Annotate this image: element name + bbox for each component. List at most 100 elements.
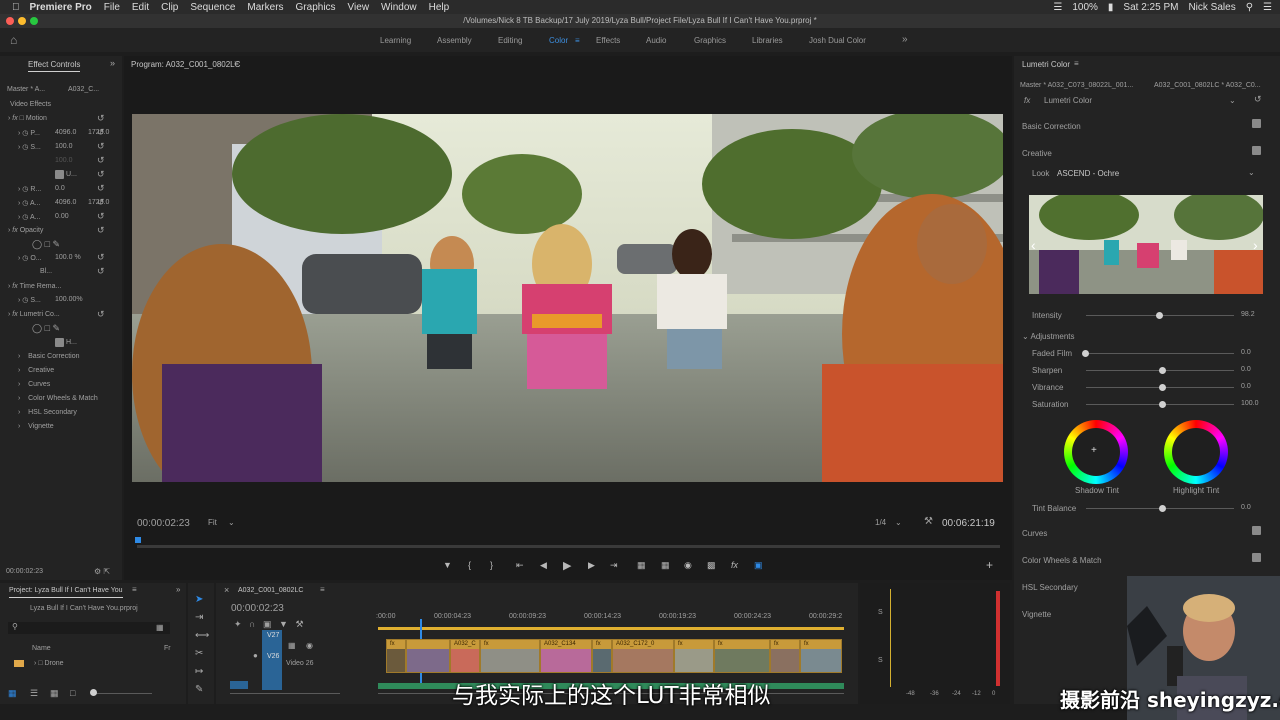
look-chevron-icon[interactable]: ⌄ (1248, 168, 1255, 177)
sequence-menu-icon[interactable]: ≡ (320, 585, 325, 594)
workspace-effects[interactable]: Effects (596, 36, 620, 45)
uniform-scale-checkbox[interactable] (55, 170, 64, 179)
reset-anti-flicker-icon[interactable]: ↺ (97, 211, 105, 222)
lumetri-master-label[interactable]: Master * A032_C073_08022L_001... (1020, 82, 1133, 89)
menu-sequence[interactable]: Sequence (190, 2, 235, 13)
audio-track-target[interactable] (230, 681, 248, 689)
hsl-secondary-section[interactable]: HSL Secondary (1022, 583, 1078, 592)
menu-markers[interactable]: Markers (247, 2, 283, 13)
look-previous-icon[interactable]: ‹ (1031, 237, 1036, 253)
motion-effect-row[interactable]: › fx □ Motion (8, 115, 47, 122)
go-to-in-icon[interactable]: ⇤ (516, 560, 524, 571)
position-x-value[interactable]: 4096.0 (55, 129, 76, 136)
timeline-clip-11[interactable]: fx (800, 639, 842, 673)
look-next-icon[interactable]: › (1253, 237, 1258, 253)
razor-tool-icon[interactable]: ✂ (195, 648, 203, 659)
reset-opacity-value-icon[interactable]: ↺ (97, 252, 105, 263)
lumetri-effect-row[interactable]: › fx Lumetri Co... (8, 311, 60, 318)
battery-level[interactable]: 100% (1072, 2, 1098, 13)
close-window-button[interactable] (6, 17, 14, 25)
reset-opacity-icon[interactable]: ↺ (97, 225, 105, 236)
reset-anchor-icon[interactable]: ↺ (97, 197, 105, 208)
mark-out-icon[interactable]: } (490, 560, 493, 570)
reset-uniform-icon[interactable]: ↺ (97, 169, 105, 180)
menu-edit[interactable]: Edit (132, 2, 149, 13)
track-select-tool-icon[interactable]: ⇥ (195, 612, 203, 623)
opacity-effect-row[interactable]: › fx Opacity (8, 227, 43, 234)
lumetri-dropdown-chevron-icon[interactable]: ⌄ (1229, 96, 1236, 105)
opacity-mask-tools[interactable]: ◯ □ ✎ (32, 239, 60, 250)
program-playhead[interactable] (135, 537, 141, 543)
toggle-fx-icon[interactable]: fx (731, 560, 738, 570)
ec-filter-icon[interactable]: ⚙ ⇱ (94, 567, 110, 576)
timeline-clip-2[interactable] (406, 639, 450, 673)
scale-value[interactable]: 100.0 (55, 143, 73, 150)
timeline-clip-1[interactable]: fx (386, 639, 406, 673)
program-monitor-tab[interactable]: Program: A032_C001_0802LC (131, 58, 240, 72)
project-menu-icon[interactable]: ≡ (132, 585, 137, 594)
settings-wrench-icon[interactable]: ⚒ (924, 516, 933, 527)
reset-lumetri-icon[interactable]: ↺ (97, 309, 105, 320)
program-timecode[interactable]: 00:00:02:23 (137, 518, 190, 529)
lumetri-mask-tools[interactable]: ◯ □ ✎ (32, 323, 60, 334)
new-bin-icon[interactable]: ▦ (156, 623, 164, 632)
workspace-assembly[interactable]: Assembly (437, 36, 472, 45)
lift-icon[interactable]: ▦ (637, 560, 646, 571)
ripple-edit-tool-icon[interactable]: ⟷ (195, 630, 209, 641)
workspace-audio[interactable]: Audio (646, 36, 666, 45)
sequence-clip-link[interactable]: A032_C... (68, 86, 99, 93)
export-frame-icon[interactable]: ◉ (684, 560, 692, 571)
sharpen-value[interactable]: 0.0 (1241, 366, 1251, 373)
slip-tool-icon[interactable]: ↦ (195, 666, 203, 677)
timeline-timecode[interactable]: 00:00:02:23 (231, 603, 284, 614)
app-menu[interactable]: Premiere Pro (30, 2, 92, 13)
step-forward-icon[interactable]: ▶ (588, 560, 595, 571)
minimize-window-button[interactable] (18, 17, 26, 25)
reset-position-icon[interactable]: ↺ (97, 127, 105, 138)
lumetri-clip-link[interactable]: A032_C001_0802LC * A032_C0... (1154, 82, 1261, 89)
workspace-graphics[interactable]: Graphics (694, 36, 726, 45)
menu-help[interactable]: Help (429, 2, 450, 13)
reset-blend-icon[interactable]: ↺ (97, 266, 105, 277)
timeline-clip-10[interactable]: fx (770, 639, 800, 673)
look-preview-thumbnail[interactable] (1029, 195, 1263, 294)
time-remap-row[interactable]: › fx Time Rema... (8, 283, 61, 290)
sharpen-knob[interactable] (1159, 367, 1166, 374)
timeline-close-icon[interactable]: × (224, 585, 229, 595)
add-marker-icon[interactable]: ▼ (443, 560, 452, 570)
color-wheels-section[interactable]: Color Wheels & Match (1022, 556, 1102, 565)
timeline-clip-8[interactable]: fx (674, 639, 714, 673)
curves-checkbox[interactable] (1252, 526, 1261, 535)
reset-rotation-icon[interactable]: ↺ (97, 183, 105, 194)
workspace-color-menu-icon[interactable]: ≡ (575, 36, 580, 45)
creative-checkbox[interactable] (1252, 146, 1261, 155)
reset-scale-icon[interactable]: ↺ (97, 141, 105, 152)
play-button-icon[interactable]: ▶ (563, 559, 571, 572)
adjustments-section[interactable]: ⌄ Adjustments (1022, 332, 1075, 341)
reset-scale-width-icon[interactable]: ↺ (97, 155, 105, 166)
vibrance-knob[interactable] (1159, 384, 1166, 391)
ec-curves[interactable]: › Curves (18, 381, 50, 388)
list-view-icon[interactable]: ☰ (30, 688, 38, 699)
opacity-value[interactable]: 100.0 % (55, 254, 81, 261)
intensity-value[interactable]: 98.2 (1241, 311, 1255, 318)
timeline-clip-5[interactable]: A032_C134 (540, 639, 592, 673)
project-expand-icon[interactable]: » (176, 585, 180, 594)
notification-center-icon[interactable]: ☰ (1263, 2, 1272, 13)
lumetri-menu-icon[interactable]: ≡ (1074, 59, 1079, 68)
comparison-view-icon[interactable]: ▩ (707, 560, 716, 571)
project-tab[interactable]: Project: Lyza Bull If I Can't Have You (9, 584, 123, 598)
thumbnail-size-knob[interactable] (90, 689, 97, 696)
vignette-section[interactable]: Vignette (1022, 610, 1051, 619)
home-icon[interactable]: ⌂ (10, 33, 17, 47)
meter-solo-2[interactable]: S (878, 657, 883, 664)
menu-file[interactable]: File (104, 2, 120, 13)
track-target-v27[interactable] (262, 630, 282, 690)
ec-color-wheels[interactable]: › Color Wheels & Match (18, 395, 98, 402)
wifi-icon[interactable]: ☰ (1053, 2, 1062, 13)
tint-balance-value[interactable]: 0.0 (1241, 504, 1251, 511)
timeline-clip-3[interactable]: A032_C (450, 639, 480, 673)
lock-icon[interactable]: ▦ (8, 688, 17, 699)
button-editor-plus-icon[interactable]: + (986, 558, 993, 572)
faded-film-value[interactable]: 0.0 (1241, 349, 1251, 356)
